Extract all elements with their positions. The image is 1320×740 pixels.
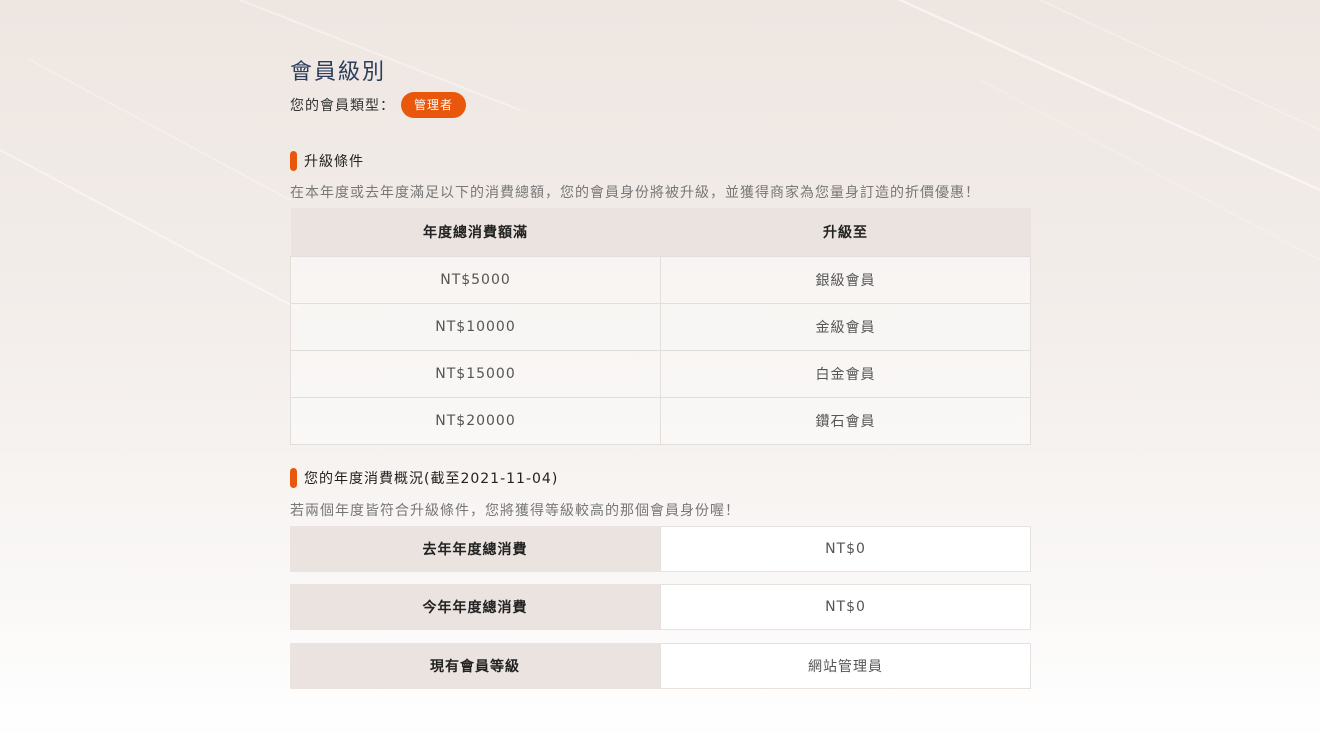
table-row: NT$10000 金級會員 (290, 303, 1031, 351)
summary-heading-text: 您的年度消費概況(截至2021-11-04) (304, 471, 559, 487)
spend-threshold: NT$20000 (290, 397, 661, 445)
spend-threshold: NT$10000 (290, 303, 661, 351)
section-marker (290, 151, 297, 171)
summary-label: 今年年度總消費 (290, 584, 660, 630)
summary-value: NT$0 (660, 584, 1031, 630)
table-row: NT$5000 銀級會員 (290, 256, 1031, 304)
summary-row-this-year: 今年年度總消費 NT$0 (290, 584, 1031, 630)
summary-label: 去年年度總消費 (290, 526, 660, 572)
table-row: NT$15000 白金會員 (290, 350, 1031, 398)
member-type-label: 您的會員類型： (290, 98, 395, 114)
column-header-upgrade-to: 升級至 (660, 208, 1031, 257)
page-title: 會員級別 (290, 60, 387, 85)
summary-value: 網站管理員 (660, 643, 1031, 689)
summary-description: 若兩個年度皆符合升級條件，您將獲得等級較高的那個會員身份喔！ (290, 503, 740, 519)
table-row: NT$20000 鑽石會員 (290, 397, 1031, 445)
member-type-badge: 管理者 (401, 92, 467, 118)
summary-row-current-level: 現有會員等級 網站管理員 (290, 643, 1031, 689)
section-marker (290, 468, 297, 488)
member-type-line: 您的會員類型： 管理者 (290, 92, 467, 118)
summary-section-heading: 您的年度消費概況(截至2021-11-04) (290, 468, 558, 488)
spend-threshold: NT$5000 (290, 256, 661, 304)
tier-name: 鑽石會員 (660, 397, 1031, 445)
tier-name: 白金會員 (660, 350, 1031, 398)
upgrade-tier-table: 年度總消費額滿 升級至 NT$5000 銀級會員 NT$10000 金級會員 N… (290, 208, 1031, 445)
summary-row-last-year: 去年年度總消費 NT$0 (290, 526, 1031, 572)
column-header-spend: 年度總消費額滿 (290, 208, 661, 257)
table-header-row: 年度總消費額滿 升級至 (290, 208, 1031, 257)
tier-name: 金級會員 (660, 303, 1031, 351)
tier-name: 銀級會員 (660, 256, 1031, 304)
upgrade-description: 在本年度或去年度滿足以下的消費總額，您的會員身份將被升級，並獲得商家為您量身訂造… (290, 185, 980, 201)
summary-label: 現有會員等級 (290, 643, 660, 689)
upgrade-section-heading: 升級條件 (290, 151, 364, 171)
upgrade-heading-text: 升級條件 (304, 154, 364, 170)
spend-threshold: NT$15000 (290, 350, 661, 398)
summary-value: NT$0 (660, 526, 1031, 572)
